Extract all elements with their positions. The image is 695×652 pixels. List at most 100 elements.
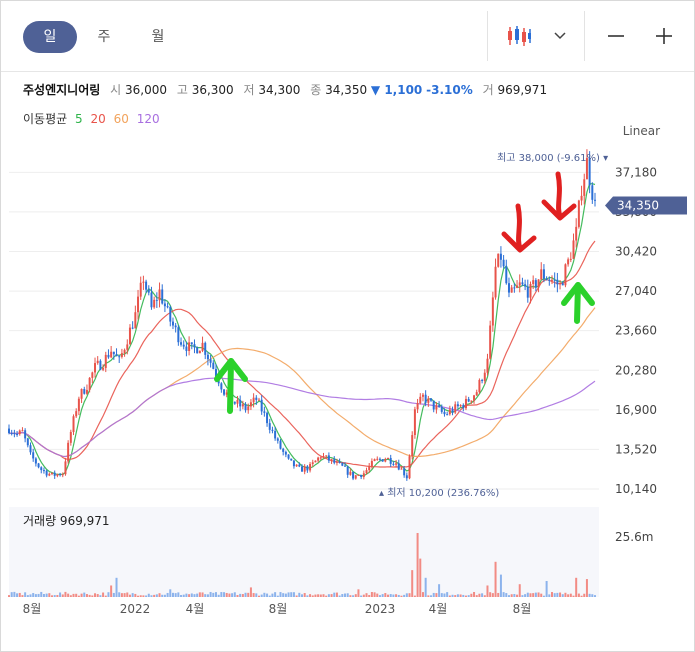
candle-body (10, 433, 13, 435)
candle-body (274, 430, 277, 439)
candle-body (29, 445, 32, 453)
y-tick-label: 13,520 (615, 442, 657, 456)
x-tick-label: 8월 (269, 602, 288, 616)
candle-body (257, 399, 260, 401)
volume-bar (440, 593, 443, 597)
candle-body (112, 351, 115, 355)
volume-bar (419, 558, 422, 597)
volume-bar (153, 594, 156, 597)
volume-bar (526, 592, 529, 597)
volume-bar (155, 594, 158, 597)
red-down-arrow (555, 171, 563, 219)
volume-bar (502, 592, 505, 597)
candle-body (40, 467, 43, 471)
candle-body (193, 344, 196, 348)
x-tick-label: 2022 (120, 602, 151, 616)
volume-bar (451, 594, 454, 597)
candle-body (110, 351, 113, 358)
volume-bar (34, 594, 37, 597)
candle-body (564, 264, 567, 286)
volume-bar (408, 593, 411, 597)
candle-body (59, 474, 62, 476)
volume-bar (40, 591, 43, 597)
candle-body (13, 433, 16, 435)
candle-body (174, 325, 177, 328)
volume-bar (139, 595, 142, 597)
volume-bar (56, 595, 59, 597)
candle-body (572, 240, 575, 259)
candle-body (370, 460, 373, 467)
volume-bar (69, 595, 72, 597)
candle-body (180, 342, 183, 345)
candle-body (147, 289, 150, 293)
candle-body (384, 458, 387, 462)
candle-body (247, 406, 250, 411)
volume-bar (80, 593, 83, 597)
candle-body (279, 440, 282, 449)
volume-bar (249, 587, 252, 597)
candle-body (392, 463, 395, 465)
volume-bar (432, 592, 435, 597)
candle-body (478, 379, 481, 393)
candle-body (548, 279, 551, 281)
volume-bar (8, 595, 10, 597)
candle-body (317, 457, 320, 461)
volume-bar (161, 594, 164, 597)
volume-bar (180, 595, 183, 597)
volume-bar (416, 533, 419, 597)
volume-bar (411, 570, 414, 597)
volume-bar (481, 593, 484, 597)
volume-bar (456, 594, 459, 597)
candle-body (284, 451, 287, 455)
volume-bar (126, 592, 129, 597)
volume-bar (516, 594, 519, 597)
candle-body (448, 409, 451, 415)
y-tick-label: 23,660 (615, 324, 657, 338)
volume-bar (174, 593, 177, 597)
candle-body (266, 412, 269, 424)
candle-body (387, 457, 390, 459)
price-chart[interactable]: 거래량 969,97125.6m 37,18033,80030,42027,04… (1, 1, 694, 651)
candle-body (507, 283, 510, 293)
candle-body (287, 454, 290, 459)
volume-bar (534, 592, 537, 597)
volume-bar (403, 594, 406, 597)
candle-body (413, 409, 416, 436)
candle-body (185, 346, 188, 351)
volume-bar (430, 595, 433, 597)
volume-bar (115, 577, 118, 597)
volume-bar (352, 595, 355, 597)
candle-body (150, 292, 153, 308)
candle-body (309, 464, 312, 471)
volume-bar (545, 581, 548, 597)
candle-body (575, 226, 578, 241)
volume-bar (532, 593, 535, 597)
candle-body (556, 279, 559, 285)
volume-bar (290, 592, 293, 597)
candle-body (526, 286, 529, 298)
volume-bar (217, 594, 220, 597)
max-price-label: 최고 38,000 (-9.61%) ▾ (497, 152, 608, 164)
volume-bar (59, 592, 62, 597)
candle-body (521, 282, 524, 285)
volume-bar (483, 595, 486, 597)
candle-body (128, 327, 131, 345)
candle-body (419, 396, 422, 404)
volume-bar (271, 593, 274, 597)
volume-bar (282, 593, 285, 597)
candle-body (338, 461, 341, 463)
volume-bar (413, 595, 416, 597)
candle-body (464, 398, 467, 409)
volume-bar (214, 592, 217, 597)
volume-bar (166, 592, 169, 597)
volume-bar (228, 593, 231, 597)
candle-body (94, 363, 97, 373)
candle-body (352, 471, 355, 479)
candle-body (118, 356, 121, 358)
volume-bar (94, 593, 97, 597)
candle-body (381, 459, 384, 462)
volume-bar (384, 593, 387, 597)
volume-bar (319, 594, 322, 597)
volume-bar (583, 593, 586, 597)
volume-bar (252, 593, 255, 597)
